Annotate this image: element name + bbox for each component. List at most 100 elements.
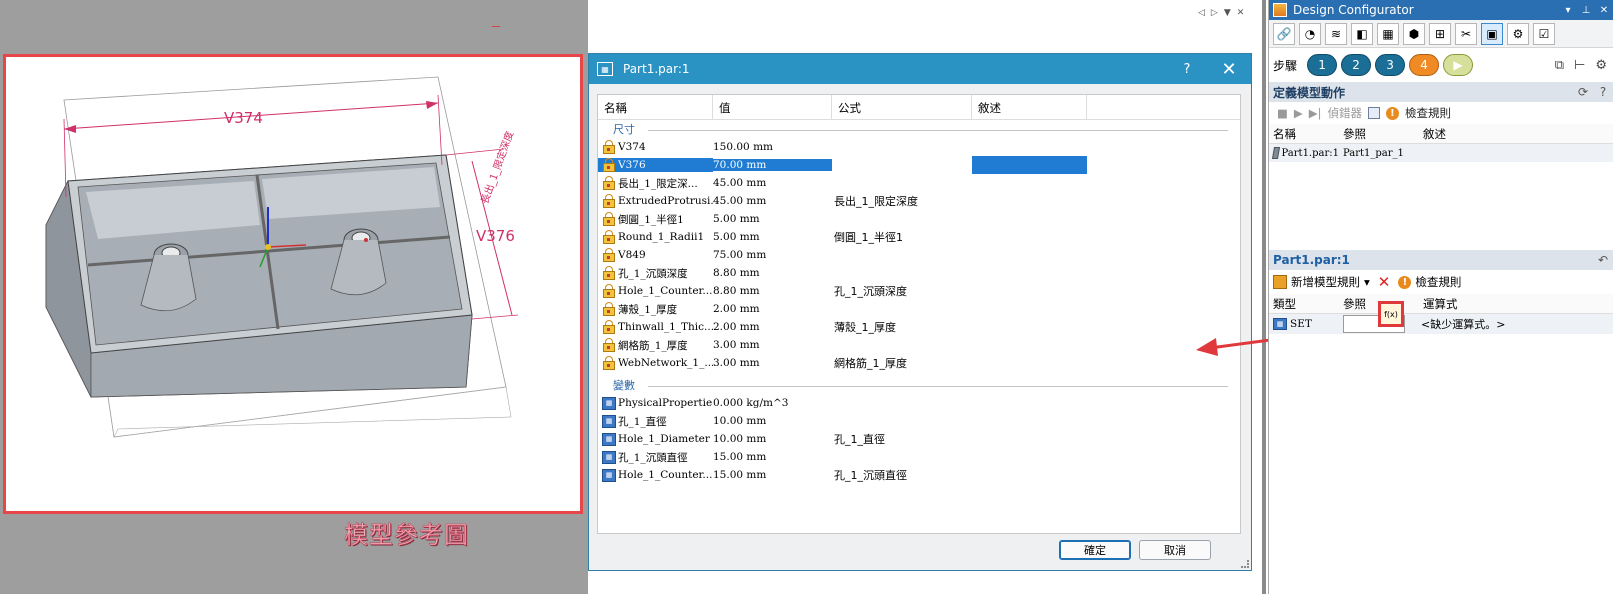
cell-formula[interactable]: 倒圓_1_半徑1: [832, 229, 972, 245]
table-row[interactable]: Thinwall_1_Thic... 2.00 mm 薄殼_1_厚度: [598, 318, 1240, 336]
prev-tab-icon[interactable]: ◁: [1198, 8, 1205, 24]
cell-name[interactable]: ▦ Hole_1_Diameter: [598, 432, 713, 446]
tree-icon[interactable]: ⊞: [1429, 22, 1451, 45]
cell-formula[interactable]: 薄殼_1_厚度: [832, 319, 972, 335]
table-row[interactable]: ▦ Hole_1_Diameter 10.00 mm 孔_1_直徑: [598, 430, 1240, 448]
cell-value[interactable]: 8.80 mm: [713, 285, 832, 297]
cell-value[interactable]: 5.00 mm: [713, 213, 832, 225]
settings-icon[interactable]: ⚙: [1507, 22, 1529, 45]
check-rules-button[interactable]: 檢查規則: [1405, 105, 1451, 121]
cell-name[interactable]: WebNetwork_1_...: [598, 356, 713, 370]
variable-grid[interactable]: 名稱 值 公式 敘述 尺寸 V374 150.00 mm V376 70.00 mm 長出…: [597, 94, 1241, 534]
cell-name[interactable]: V374: [598, 140, 713, 154]
cell-name[interactable]: Thinwall_1_Thic...: [598, 320, 713, 334]
table-row[interactable]: V374 150.00 mm: [598, 138, 1240, 156]
table-row[interactable]: 倒圓_1_半徑1 5.00 mm: [598, 210, 1240, 228]
table-row[interactable]: ExtrudedProtrusi... 45.00 mm 長出_1_限定深度: [598, 192, 1240, 210]
link-icon[interactable]: 🔗: [1273, 22, 1295, 45]
cell-description[interactable]: [972, 282, 1087, 300]
col-header-formula[interactable]: 公式: [832, 95, 972, 119]
col-header-name[interactable]: 名稱: [598, 95, 713, 119]
cell-description[interactable]: [972, 156, 1087, 174]
cell-description[interactable]: [972, 300, 1087, 318]
pin-icon[interactable]: ⊥: [1577, 5, 1595, 16]
new-rule-button[interactable]: 新增模型規則: [1291, 274, 1360, 290]
help-icon[interactable]: ?: [1593, 85, 1613, 99]
cell-description[interactable]: [972, 466, 1087, 484]
cell-value[interactable]: 15.00 mm: [713, 451, 832, 463]
ok-button[interactable]: 確定: [1059, 540, 1131, 560]
col-header-desc[interactable]: 敘述: [1419, 126, 1613, 142]
dropdown-arrow-icon[interactable]: ▾: [1364, 275, 1370, 289]
cancel-button[interactable]: 取消: [1139, 540, 1211, 560]
cell-value[interactable]: 10.00 mm: [713, 415, 832, 427]
group-label-dimension[interactable]: 尺寸: [598, 120, 1240, 138]
step-run-button[interactable]: ▶: [1443, 54, 1474, 76]
hierarchy-icon[interactable]: ⊢: [1574, 58, 1585, 73]
cell-value[interactable]: 2.00 mm: [713, 321, 832, 333]
table-row[interactable]: 孔_1_沉頭深度 8.80 mm: [598, 264, 1240, 282]
cell-name[interactable]: V849: [598, 248, 713, 262]
cell-value[interactable]: 2.00 mm: [713, 303, 832, 315]
table-row[interactable]: ▦ SET <缺少運算式。>: [1269, 314, 1613, 334]
close-doc-icon[interactable]: ✕: [1237, 8, 1245, 24]
cell-name[interactable]: ExtrudedProtrusi...: [598, 194, 713, 208]
play-icon[interactable]: ▶: [1294, 106, 1303, 120]
model-rules-icon[interactable]: ▣: [1481, 22, 1503, 45]
cell-value[interactable]: 10.00 mm: [713, 433, 832, 445]
cell-name[interactable]: ▦ 孔_1_直徑: [598, 414, 713, 429]
table-row[interactable]: 網格筋_1_厚度 3.00 mm: [598, 336, 1240, 354]
step-icon[interactable]: ▶|: [1309, 106, 1322, 120]
cell-name[interactable]: V376: [598, 158, 713, 172]
undo-icon[interactable]: ↶: [1593, 253, 1613, 267]
step-4-button[interactable]: 4: [1409, 54, 1440, 76]
col-header-type[interactable]: 類型: [1269, 296, 1339, 312]
cell-name[interactable]: Hole_1_Counter...: [598, 284, 713, 298]
cell-name[interactable]: ▦ Hole_1_Counter...: [598, 468, 713, 482]
debugger-button[interactable]: 偵錯器: [1327, 105, 1362, 121]
grid-icon[interactable]: ▦: [1377, 22, 1399, 45]
gauge-icon[interactable]: ◔: [1299, 22, 1321, 45]
tab-nav-controls[interactable]: ◁ ▷ ▼ ✕: [1198, 8, 1262, 24]
cell-name[interactable]: 長出_1_限定深...: [598, 176, 713, 191]
panel-close-icon[interactable]: ✕: [1595, 5, 1613, 16]
panel-titlebar[interactable]: Design Configurator ▾ ⊥ ✕: [1269, 0, 1613, 20]
cell-description[interactable]: [972, 246, 1087, 264]
table-row[interactable]: 長出_1_限定深... 45.00 mm: [598, 174, 1240, 192]
dialog-titlebar[interactable]: ▦ Part1.par:1 ? ✕: [589, 54, 1251, 84]
cell-description[interactable]: [972, 336, 1087, 354]
cell-description[interactable]: [972, 228, 1087, 246]
gear-icon[interactable]: ⚙: [1595, 58, 1607, 73]
cell-value[interactable]: 150.00 mm: [713, 141, 832, 153]
table-row[interactable]: V849 75.00 mm: [598, 246, 1240, 264]
dropdown-icon[interactable]: ▼: [1224, 8, 1231, 24]
table-icon[interactable]: [1367, 107, 1380, 119]
cell-description[interactable]: [972, 430, 1087, 448]
formula-editor-button[interactable]: f(x): [1378, 301, 1404, 327]
step-1-button[interactable]: 1: [1307, 54, 1338, 76]
color-icon[interactable]: ◧: [1351, 22, 1373, 45]
cell-value[interactable]: 3.00 mm: [713, 339, 832, 351]
cell-name[interactable]: 孔_1_沉頭深度: [598, 266, 713, 281]
table-row[interactable]: Hole_1_Counter... 8.80 mm 孔_1_沉頭深度: [598, 282, 1240, 300]
cell-value[interactable]: 70.00 mm: [713, 159, 832, 171]
cell-description[interactable]: [972, 354, 1087, 372]
cell-value[interactable]: 15.00 mm: [713, 469, 832, 481]
cell-formula[interactable]: 長出_1_限定深度: [832, 193, 972, 209]
col-header-description[interactable]: 敘述: [972, 95, 1087, 119]
step-2-button[interactable]: 2: [1341, 54, 1372, 76]
cell-name[interactable]: 倒圓_1_半徑1: [598, 212, 713, 227]
cell-name[interactable]: ▦ 孔_1_沉頭直徑: [598, 450, 713, 465]
stop-icon[interactable]: ■: [1277, 106, 1288, 120]
cell-description[interactable]: [972, 394, 1087, 412]
next-tab-icon[interactable]: ▷: [1211, 8, 1218, 24]
cell-value[interactable]: 3.00 mm: [713, 357, 832, 369]
cell-description[interactable]: [972, 138, 1087, 156]
cell-value[interactable]: 8.80 mm: [713, 267, 832, 279]
cell-value[interactable]: 0.000 kg/m^3: [713, 397, 832, 409]
table-row[interactable]: ▦ Hole_1_Counter... 15.00 mm 孔_1_沉頭直徑: [598, 466, 1240, 484]
col-header-name[interactable]: 名稱: [1269, 126, 1339, 142]
cell-description[interactable]: [972, 264, 1087, 282]
table-row[interactable]: V376 70.00 mm: [598, 156, 1240, 174]
splitter-bar[interactable]: [1262, 0, 1266, 594]
